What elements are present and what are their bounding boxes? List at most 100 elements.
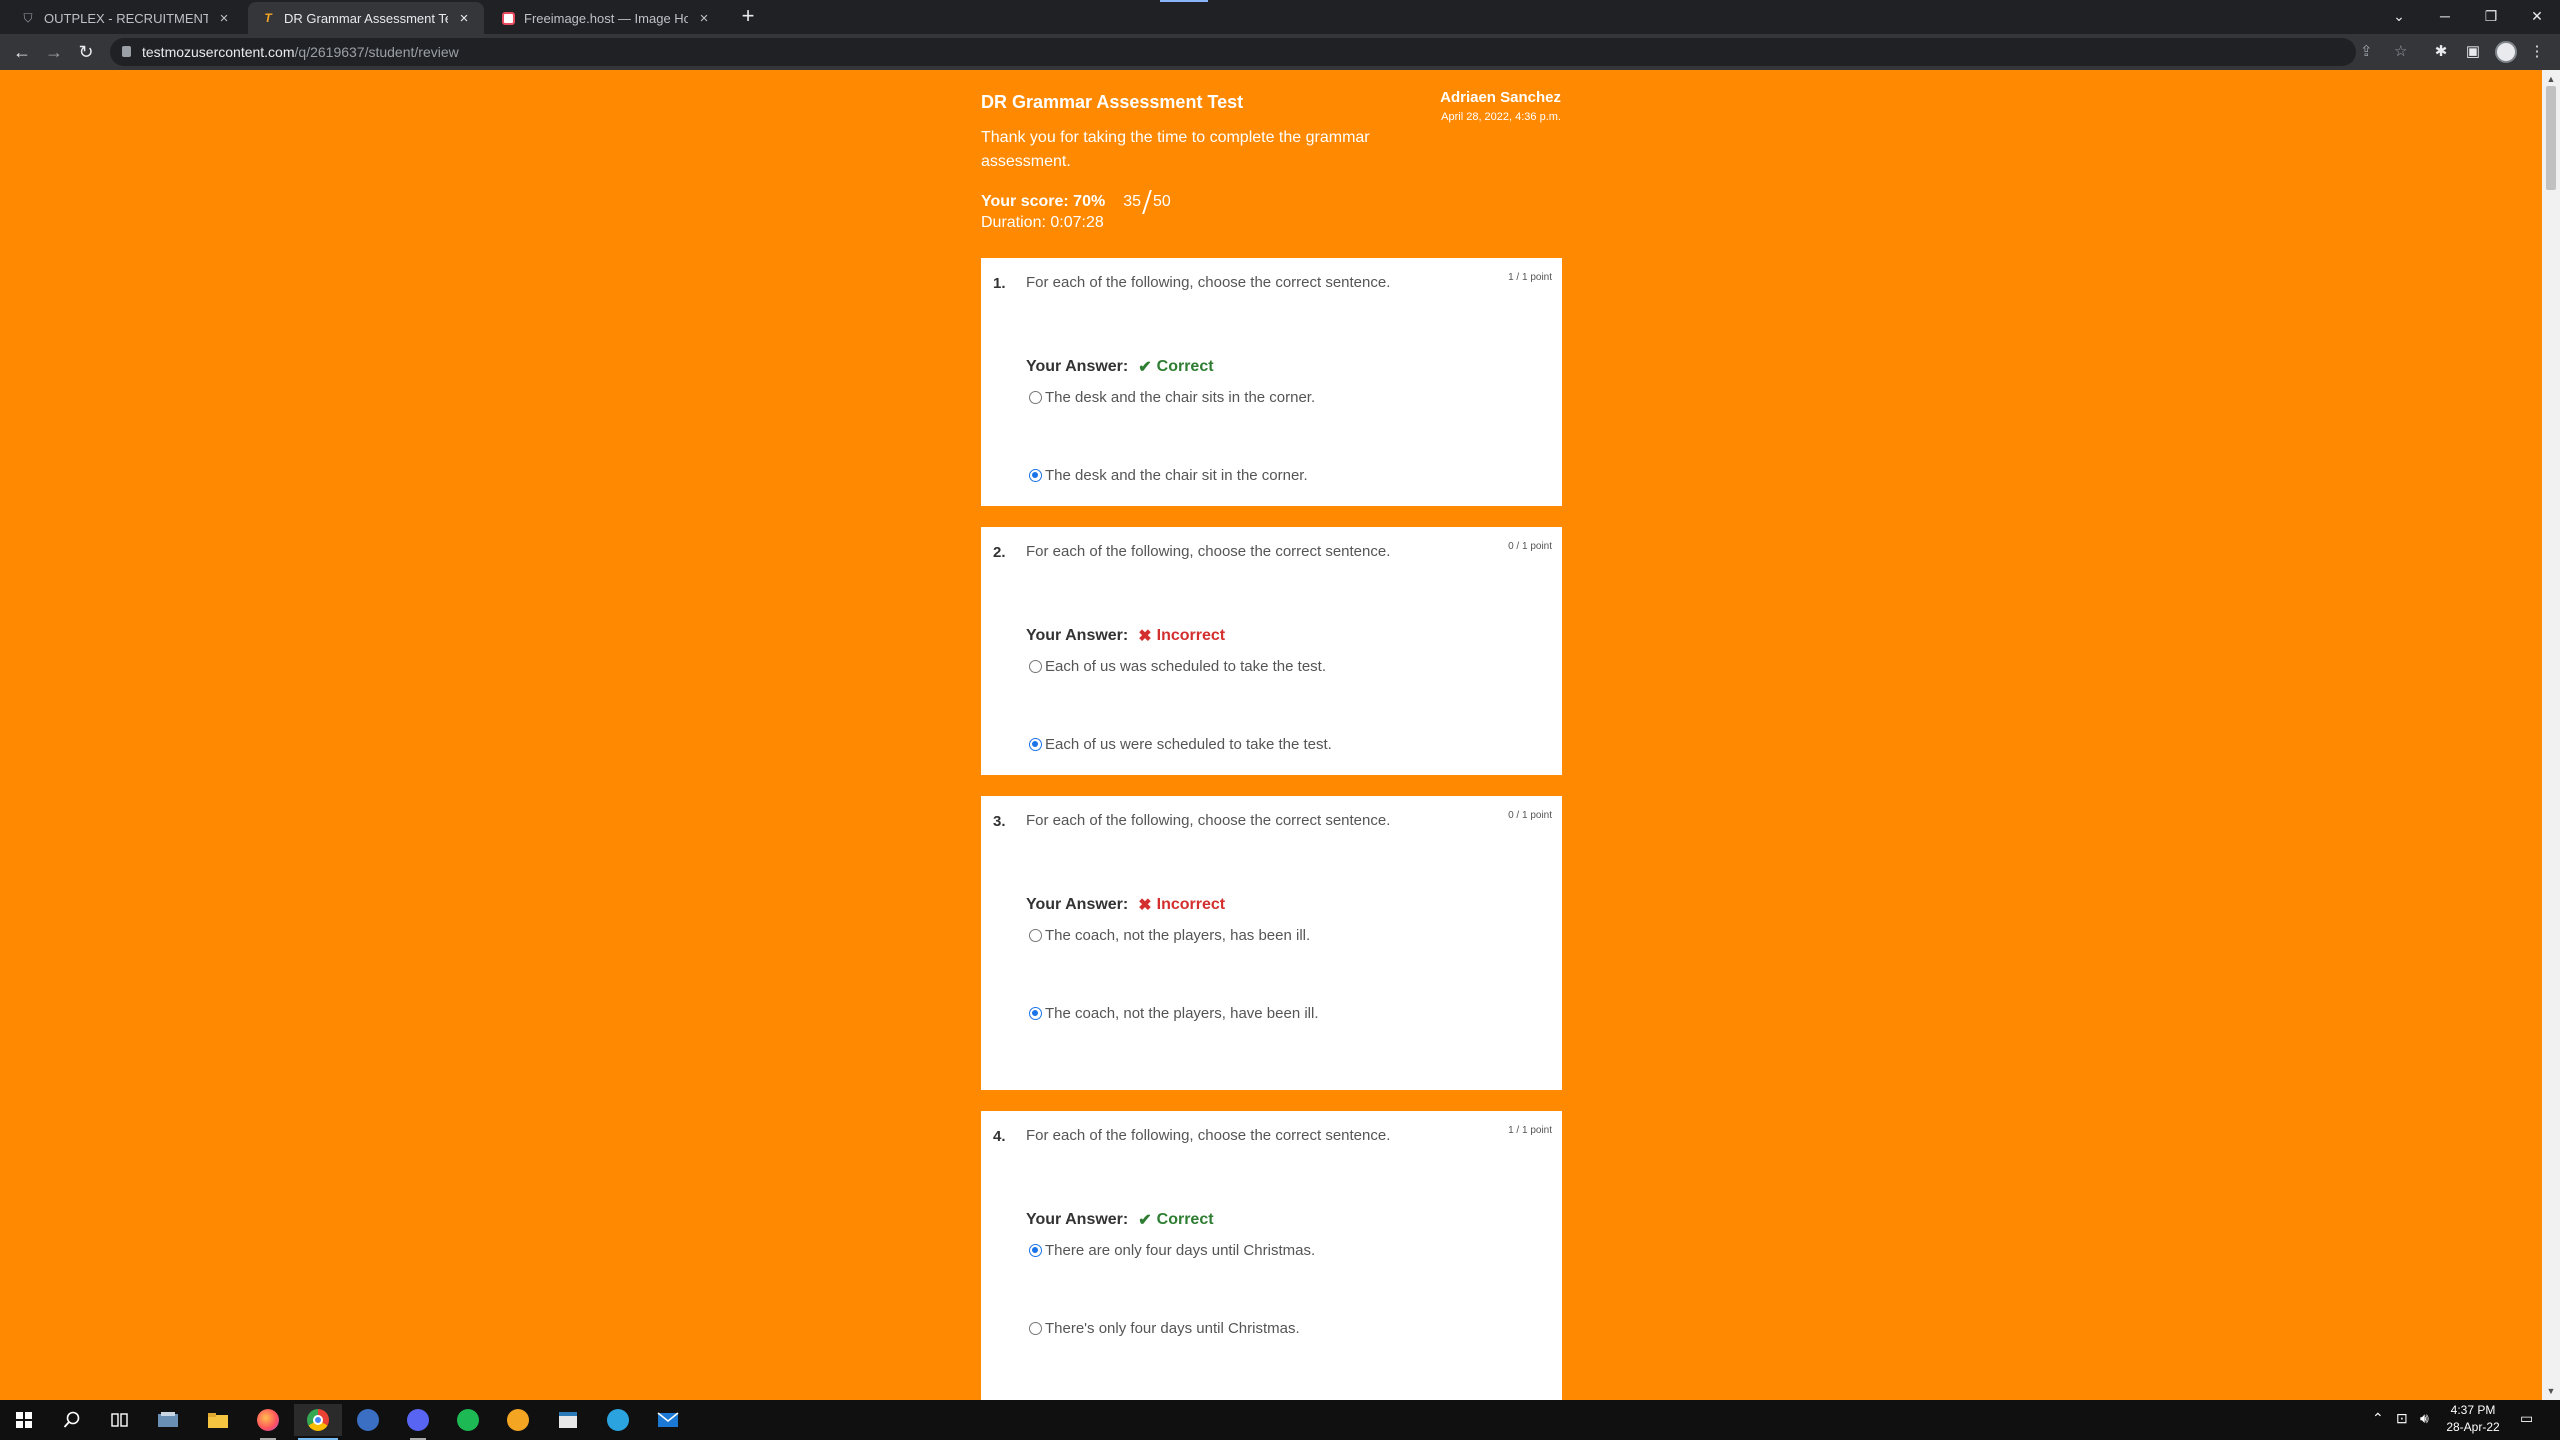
- address-bar[interactable]: testmozusercontent.com/q/2619637/student…: [110, 38, 2407, 66]
- app-icon[interactable]: [344, 1404, 392, 1436]
- tab-title: Freeimage.host — Image Hosting: [524, 10, 688, 26]
- radio-button[interactable]: [1029, 391, 1042, 404]
- task-view-icon[interactable]: [96, 1404, 144, 1436]
- question-card: 1. For each of the following, choose the…: [981, 258, 1562, 506]
- tab-freeimage[interactable]: Freeimage.host — Image Hosting ×: [488, 2, 724, 34]
- share-icon[interactable]: ⇪: [2360, 42, 2373, 60]
- avatar[interactable]: [2495, 41, 2517, 63]
- back-icon[interactable]: ←: [10, 41, 34, 63]
- radio-button[interactable]: [1029, 1007, 1042, 1020]
- question-card: 4. For each of the following, choose the…: [981, 1111, 1562, 1400]
- score-label: Your score: 70%: [981, 193, 1106, 210]
- system-clock[interactable]: 4:37 PM 28-Apr-22: [2440, 1402, 2506, 1436]
- menu-icon[interactable]: ⋮: [2526, 41, 2548, 63]
- chrome-icon[interactable]: [294, 1404, 342, 1440]
- cross-icon: ✖: [1138, 897, 1152, 914]
- start-icon[interactable]: [0, 1404, 48, 1436]
- answer-option[interactable]: Each of us was scheduled to take the tes…: [1029, 658, 1326, 675]
- windows-taskbar: ⌃ ⊡ 🔊︎ 4:37 PM 28-Apr-22 ▭: [0, 1400, 2560, 1440]
- bookmark-star-icon[interactable]: ☆: [2394, 42, 2407, 60]
- question-number: 1.: [993, 275, 1006, 292]
- search-icon[interactable]: [48, 1404, 96, 1436]
- scroll-down-icon[interactable]: ▼: [2542, 1384, 2560, 1398]
- side-panel-icon[interactable]: ▣: [2462, 41, 2484, 63]
- spotify-icon[interactable]: [444, 1404, 492, 1436]
- question-text: For each of the following, choose the co…: [1026, 543, 1391, 560]
- answer-option[interactable]: The desk and the chair sit in the corner…: [1029, 467, 1308, 484]
- thank-you-message: Thank you for taking the time to complet…: [981, 129, 1370, 170]
- question-points: 1 / 1 point: [1508, 1125, 1552, 1136]
- url-text[interactable]: testmozusercontent.com/q/2619637/student…: [142, 44, 459, 60]
- question-points: 1 / 1 point: [1508, 272, 1552, 283]
- browser-toolbar: ← → ↻ testmozusercontent.com/q/2619637/s…: [0, 34, 2560, 70]
- page-title: DR Grammar Assessment Test: [981, 92, 1244, 112]
- check-icon: ✔: [1138, 1212, 1152, 1229]
- student-name: Adriaen Sanchez: [1440, 89, 1561, 106]
- close-window-icon[interactable]: ✕: [2514, 0, 2560, 34]
- submission-date: April 28, 2022, 4:36 p.m.: [1441, 111, 1561, 123]
- tab-indicator: [1160, 0, 1208, 2]
- radio-button[interactable]: [1029, 1322, 1042, 1335]
- your-answer-label: Your Answer: ✔ Correct: [1026, 358, 1214, 376]
- radio-button[interactable]: [1029, 660, 1042, 673]
- testmoz-icon: T: [264, 11, 272, 25]
- scrollbar-thumb[interactable]: [2546, 86, 2556, 190]
- reload-icon[interactable]: ↻: [74, 41, 98, 63]
- radio-button[interactable]: [1029, 738, 1042, 751]
- your-answer-label: Your Answer: ✔ Correct: [1026, 1211, 1214, 1229]
- mail-icon[interactable]: [644, 1404, 692, 1436]
- answer-option[interactable]: The desk and the chair sits in the corne…: [1029, 389, 1315, 406]
- chevron-up-icon[interactable]: ⌃: [2372, 1410, 2384, 1427]
- answer-option[interactable]: The coach, not the players, has been ill…: [1029, 927, 1310, 944]
- network-icon[interactable]: ⊡: [2396, 1410, 2408, 1427]
- tab-grammar-test[interactable]: T DR Grammar Assessment Test ×: [248, 2, 484, 34]
- result-badge: ✔ Correct: [1138, 1211, 1214, 1229]
- score-fraction: 35 50: [1123, 190, 1171, 214]
- volume-icon[interactable]: 🔊︎: [2420, 1410, 2429, 1427]
- question-text: For each of the following, choose the co…: [1026, 812, 1391, 829]
- question-number: 4.: [993, 1128, 1006, 1145]
- close-icon[interactable]: ×: [696, 10, 712, 27]
- forward-icon[interactable]: →: [42, 41, 66, 63]
- scroll-up-icon[interactable]: ▲: [2542, 72, 2560, 86]
- question-number: 3.: [993, 813, 1006, 830]
- answer-option[interactable]: Each of us were scheduled to take the te…: [1029, 736, 1332, 753]
- close-icon[interactable]: ×: [216, 10, 232, 27]
- question-points: 0 / 1 point: [1508, 541, 1552, 552]
- score-summary: Your score: 70% 35 50: [981, 190, 1171, 214]
- tab-title: OUTPLEX - RECRUITMENT ASSES: [44, 10, 208, 26]
- tab-search-icon[interactable]: ⌄: [2376, 0, 2422, 34]
- answer-option[interactable]: There's only four days until Christmas.: [1029, 1320, 1300, 1337]
- question-number: 2.: [993, 544, 1006, 561]
- answer-option[interactable]: There are only four days until Christmas…: [1029, 1242, 1315, 1259]
- firefox-icon[interactable]: [244, 1404, 292, 1440]
- your-answer-label: Your Answer: ✖ Incorrect: [1026, 627, 1226, 645]
- minimize-icon[interactable]: ─: [2422, 0, 2468, 34]
- radio-button[interactable]: [1029, 469, 1042, 482]
- result-badge: ✔ Correct: [1138, 358, 1214, 376]
- cross-icon: ✖: [1138, 628, 1152, 645]
- notification-icon[interactable]: ▭: [2520, 1410, 2533, 1427]
- restore-icon[interactable]: ❐: [2468, 0, 2514, 34]
- duration: Duration: 0:07:28: [981, 214, 1104, 231]
- discord-icon[interactable]: [394, 1404, 442, 1440]
- explorer-icon[interactable]: [144, 1404, 192, 1436]
- emoji-app-icon[interactable]: [494, 1404, 542, 1436]
- question-text: For each of the following, choose the co…: [1026, 1127, 1391, 1144]
- question-points: 0 / 1 point: [1508, 810, 1552, 821]
- lock-icon: [122, 46, 131, 57]
- check-icon: ✔: [1138, 359, 1152, 376]
- telegram-icon[interactable]: [594, 1404, 642, 1436]
- tab-outplex[interactable]: ⛉ OUTPLEX - RECRUITMENT ASSES ×: [8, 2, 244, 34]
- notepad-icon[interactable]: [544, 1404, 592, 1436]
- radio-button[interactable]: [1029, 1244, 1042, 1257]
- answer-option[interactable]: The coach, not the players, have been il…: [1029, 1005, 1319, 1022]
- radio-button[interactable]: [1029, 929, 1042, 942]
- file-manager-icon[interactable]: [194, 1404, 242, 1436]
- close-icon[interactable]: ×: [456, 10, 472, 27]
- extensions-icon[interactable]: ✱: [2430, 41, 2452, 63]
- page-scrollbar[interactable]: [2542, 70, 2560, 1400]
- tab-title: DR Grammar Assessment Test: [284, 10, 448, 26]
- new-tab-button[interactable]: +: [736, 4, 760, 28]
- result-badge: ✖ Incorrect: [1138, 627, 1226, 645]
